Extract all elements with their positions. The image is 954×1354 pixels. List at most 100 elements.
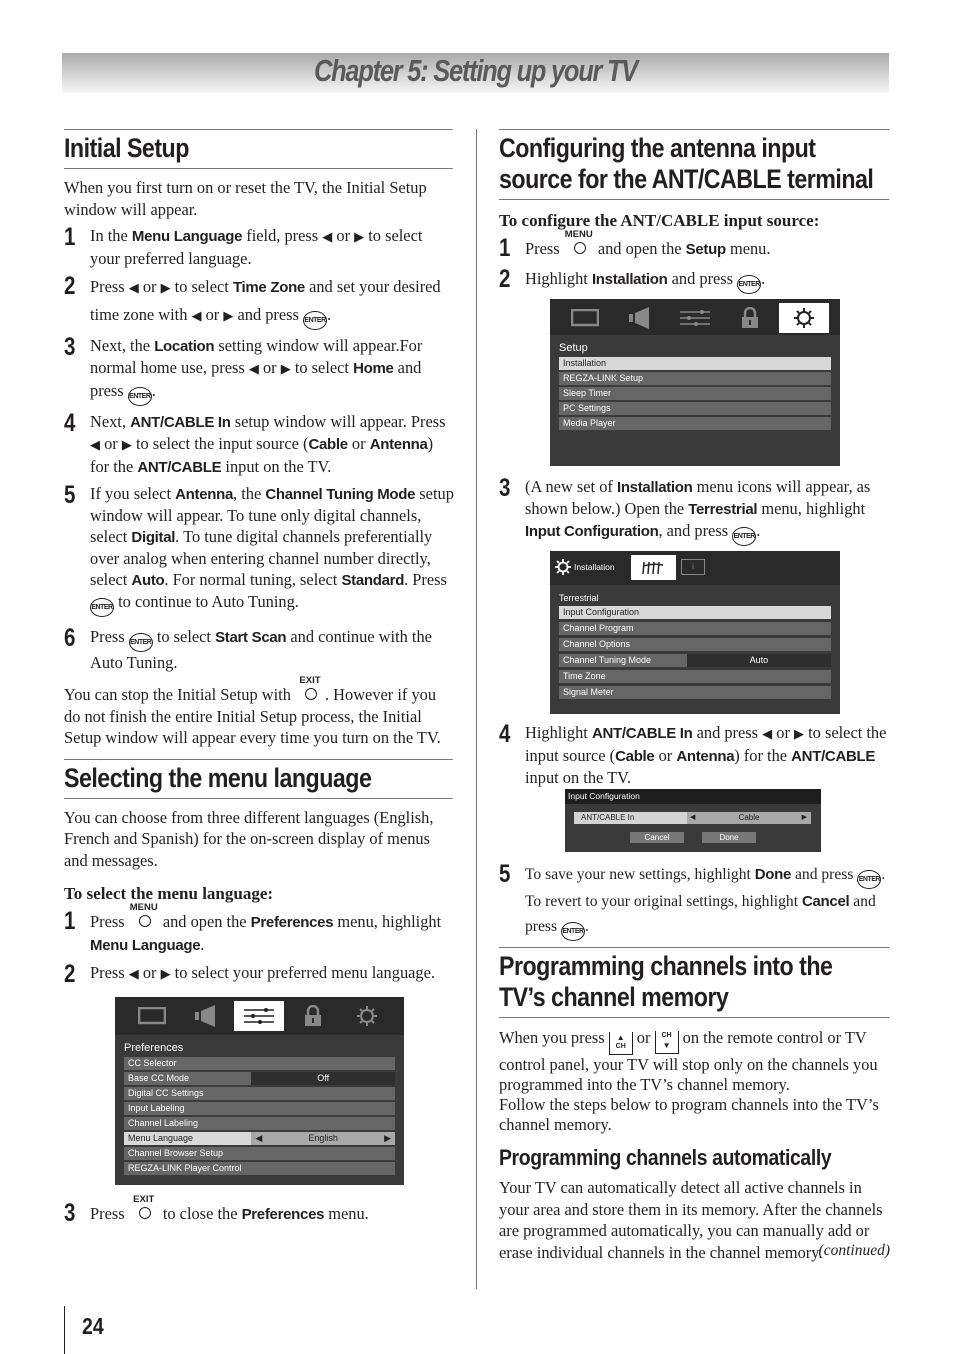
installation-icon-bar: Installation i	[550, 551, 840, 585]
menu-item-regza-link-player-control[interactable]: REGZA-LINK Player Control	[124, 1162, 395, 1175]
enter-button-icon: ENTER	[127, 387, 152, 406]
picture-tab-icon	[560, 303, 610, 333]
menu-language-subheading: To select the menu language:	[64, 884, 274, 903]
info-tab-icon: i	[680, 557, 706, 577]
initial-setup-heading: Initial Setup	[64, 129, 454, 169]
menu-item-media-player[interactable]: Media Player	[559, 417, 831, 430]
menu-item-channel-tuning-mode[interactable]: Channel Tuning Mode Auto	[559, 654, 831, 667]
right-arrow-icon: ▶	[160, 281, 171, 296]
installation-menu-screen: Installation i Terrestrial Input Configu…	[550, 551, 840, 714]
menu-item-channel-labeling[interactable]: Channel Labeling	[124, 1117, 395, 1130]
menu-item-input-labeling[interactable]: Input Labeling	[124, 1102, 395, 1115]
setup-tab-icon	[342, 1001, 392, 1031]
menu-button-icon: MENU	[129, 903, 159, 929]
menu-item-input-configuration[interactable]: Input Configuration	[559, 606, 831, 619]
dialog-title: Input Configuration	[565, 789, 821, 804]
left-arrow-icon: ◀	[128, 281, 139, 296]
right-arrow-icon[interactable]: ▶	[384, 1132, 391, 1145]
antenna-subheading: To configure the ANT/CABLE input source:	[499, 211, 820, 230]
menu-item-cc-selector[interactable]: CC Selector	[124, 1057, 395, 1070]
antenna-step-5: 5 To save your new settings, highlight D…	[499, 860, 890, 941]
initial-step-3: 3 Next, the Location setting window will…	[64, 333, 454, 406]
auto-programming-text: Your TV can automatically detect all act…	[499, 1178, 890, 1262]
column-divider	[476, 129, 477, 1289]
right-arrow-icon: ▶	[354, 230, 365, 245]
installation-header: Installation	[555, 559, 615, 575]
initial-setup-note: You can stop the Initial Setup with EXIT…	[64, 675, 441, 748]
lock-tab-icon	[725, 303, 775, 333]
left-column: Initial Setup When you first turn on or …	[64, 129, 454, 1230]
left-arrow-icon: ◀	[90, 438, 100, 453]
menu-item-channel-browser-setup[interactable]: Channel Browser Setup	[124, 1147, 395, 1160]
right-arrow-icon: ▶	[160, 967, 171, 982]
enter-button-icon: ENTER	[128, 633, 153, 652]
continued-note: (continued)	[818, 1241, 890, 1259]
antenna-heading: Configuring the antenna input source for …	[499, 129, 890, 200]
menu-icon-bar	[550, 299, 840, 335]
terrestrial-tab-icon	[631, 555, 676, 580]
enter-button-icon: ENTER	[303, 311, 328, 330]
preferences-title: Preferences	[124, 1042, 184, 1054]
right-column: Configuring the antenna input source for …	[499, 129, 890, 1263]
menu-item-time-zone[interactable]: Time Zone	[559, 670, 831, 683]
page-number: 24	[82, 1313, 104, 1339]
language-step-2: 2 Press ◀ or ▶ to select your preferred …	[64, 960, 435, 988]
menu-item-channel-program[interactable]: Channel Program	[559, 622, 831, 635]
preferences-tab-icon	[670, 303, 720, 333]
terrestrial-title: Terrestrial	[559, 593, 599, 603]
left-arrow-icon[interactable]: ◀	[690, 812, 695, 824]
antenna-step-3: 3 (A new set of Installation menu icons …	[499, 474, 890, 546]
enter-button-icon: ENTER	[737, 275, 762, 294]
preferences-tab-icon	[234, 1001, 284, 1031]
chapter-title: Chapter 5: Setting up your TV	[313, 53, 638, 88]
menu-item-base-cc-mode[interactable]: Base CC Mode Off	[124, 1072, 395, 1085]
menu-icon-bar	[115, 997, 404, 1035]
antenna-step-1: 1 Press MENU and open the Setup menu.	[499, 229, 771, 263]
setup-menu-screen: Setup Installation REGZA-LINK Setup Slee…	[550, 299, 840, 466]
menu-item-pc-settings[interactable]: PC Settings	[559, 402, 831, 415]
exit-button-icon: EXIT	[129, 1195, 159, 1221]
cancel-button[interactable]: Cancel	[630, 832, 684, 843]
right-arrow-icon: ▶	[223, 309, 234, 324]
lock-tab-icon	[288, 1001, 338, 1031]
menu-item-channel-options[interactable]: Channel Options	[559, 638, 831, 651]
right-arrow-icon: ▶	[280, 362, 291, 377]
menu-item-regza-link-setup[interactable]: REGZA-LINK Setup	[559, 372, 831, 385]
enter-button-icon: ENTER	[90, 598, 114, 617]
antenna-step-2: 2 Highlight Installation and press ENTER…	[499, 265, 766, 294]
right-arrow-icon[interactable]: ▶	[802, 812, 807, 824]
left-arrow-icon: ◀	[191, 309, 202, 324]
enter-button-icon: ENTER	[857, 870, 882, 889]
initial-step-1: 1 In the Menu Language field, press ◀ or…	[64, 223, 423, 268]
done-button[interactable]: Done	[702, 832, 756, 843]
setup-title: Setup	[559, 342, 588, 354]
menu-item-digital-cc-settings[interactable]: Digital CC Settings	[124, 1087, 395, 1100]
menu-item-sleep-timer[interactable]: Sleep Timer	[559, 387, 831, 400]
ant-cable-in-field[interactable]: ANT/CABLE In ◀ Cable ▶	[574, 812, 811, 824]
initial-step-4: 4 Next, ANT/CABLE In setup window will a…	[64, 409, 446, 476]
menu-item-signal-meter[interactable]: Signal Meter	[559, 686, 831, 699]
enter-button-icon: ENTER	[732, 527, 757, 546]
left-arrow-icon: ◀	[128, 967, 139, 982]
right-arrow-icon: ▶	[794, 727, 805, 742]
initial-step-6: 6 Press ENTER to select Start Scan and c…	[64, 624, 432, 672]
programming-heading: Programming channels into the TV’s channe…	[499, 947, 890, 1018]
left-arrow-icon[interactable]: ◀	[255, 1132, 262, 1145]
page-number-bar	[64, 1306, 65, 1354]
auto-programming-heading: Programming channels automatically	[499, 1145, 832, 1170]
left-arrow-icon: ◀	[322, 230, 333, 245]
language-step-1: 1 Press MENU and open the Preferences me…	[64, 902, 442, 955]
programming-intro: When you press ▲ CH or CH ▼ on the remote …	[499, 1028, 878, 1094]
right-arrow-icon: ▶	[121, 438, 132, 453]
setup-tab-icon	[779, 303, 829, 333]
chapter-banner: Chapter 5: Setting up your TV	[62, 53, 889, 93]
initial-setup-intro: When you first turn on or reset the TV, …	[64, 178, 427, 219]
menu-language-intro: You can choose from three different lang…	[64, 807, 434, 870]
left-arrow-icon: ◀	[248, 362, 259, 377]
programming-follow: Follow the steps below to program channe…	[499, 1095, 879, 1134]
initial-step-5: 5 If you select Antenna, the Channel Tun…	[64, 481, 454, 617]
menu-item-installation[interactable]: Installation	[559, 357, 831, 370]
menu-button-icon: MENU	[564, 230, 594, 256]
menu-item-menu-language[interactable]: Menu Language ◀ English ▶	[124, 1132, 395, 1145]
setup-gear-icon	[555, 559, 571, 575]
